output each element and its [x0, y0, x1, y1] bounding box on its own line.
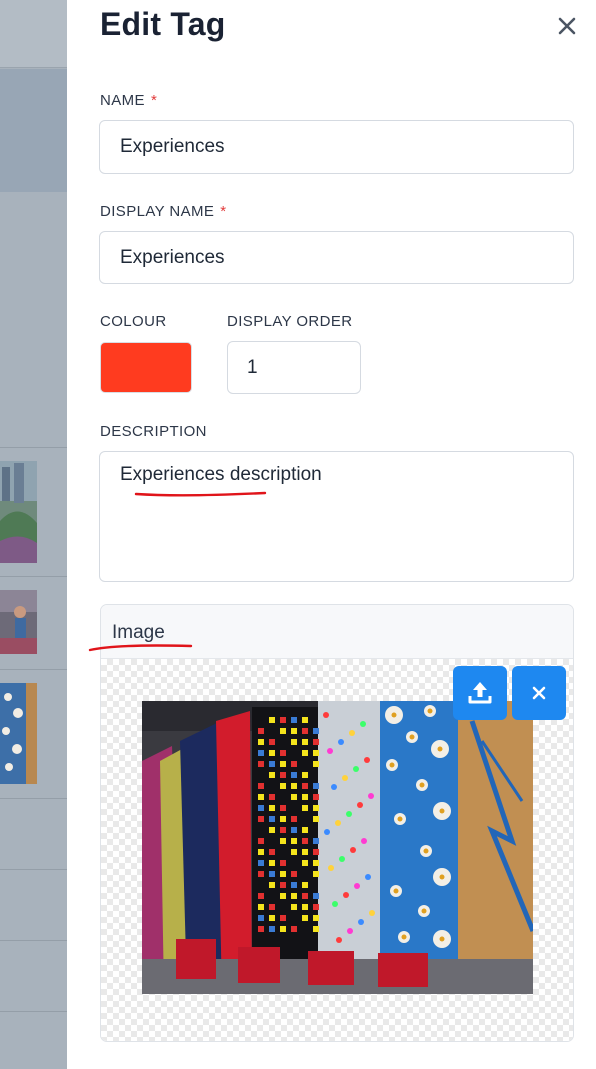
image-preview-area: [101, 659, 573, 1041]
description-textarea[interactable]: Experiences description: [99, 451, 574, 582]
colour-picker-swatch[interactable]: [100, 342, 192, 393]
display-name-input-value: Experiences: [120, 246, 225, 268]
background-divider: [0, 940, 67, 941]
required-marker: *: [220, 203, 227, 220]
name-input-value: Experiences: [120, 136, 225, 157]
background-page-overlay: [0, 0, 67, 1069]
display-name-label: DISPLAY NAME *: [100, 203, 227, 220]
display-name-input[interactable]: Experiences: [99, 231, 574, 284]
upload-icon: [468, 682, 492, 704]
name-input[interactable]: Experiences: [99, 120, 574, 174]
background-row-thumbnail: [0, 590, 37, 654]
background-divider: [0, 869, 67, 870]
background-divider: [0, 447, 67, 448]
display-order-input-value: 1: [247, 356, 258, 378]
colour-label: COLOUR: [100, 313, 167, 330]
background-divider: [0, 576, 67, 577]
description-label: DESCRIPTION: [100, 423, 207, 440]
required-marker: *: [150, 92, 158, 109]
background-banner: [0, 69, 67, 192]
background-divider: [0, 669, 67, 670]
display-order-label: DISPLAY ORDER: [227, 313, 353, 330]
close-icon[interactable]: [555, 14, 579, 38]
name-label: NAME *: [100, 92, 158, 109]
background-divider: [0, 798, 67, 799]
tag-image-photo: [142, 701, 533, 994]
upload-image-button[interactable]: [453, 666, 507, 720]
annotation-underline: [88, 644, 193, 652]
background-header: [0, 0, 67, 68]
drawer-title: Edit Tag: [100, 6, 226, 42]
edit-tag-drawer: Edit Tag NAME * Experiences DISPLAY NAME *…: [67, 0, 596, 1069]
image-card: Image: [100, 604, 574, 1042]
close-icon: [532, 686, 546, 700]
annotation-underline: [134, 491, 267, 497]
background-divider: [0, 1011, 67, 1012]
remove-image-button[interactable]: [512, 666, 566, 720]
background-row-thumbnail: [0, 683, 37, 784]
background-row-thumbnail: [0, 461, 37, 563]
description-textarea-value: Experiences description: [120, 464, 322, 485]
display-order-input[interactable]: 1: [227, 341, 361, 394]
